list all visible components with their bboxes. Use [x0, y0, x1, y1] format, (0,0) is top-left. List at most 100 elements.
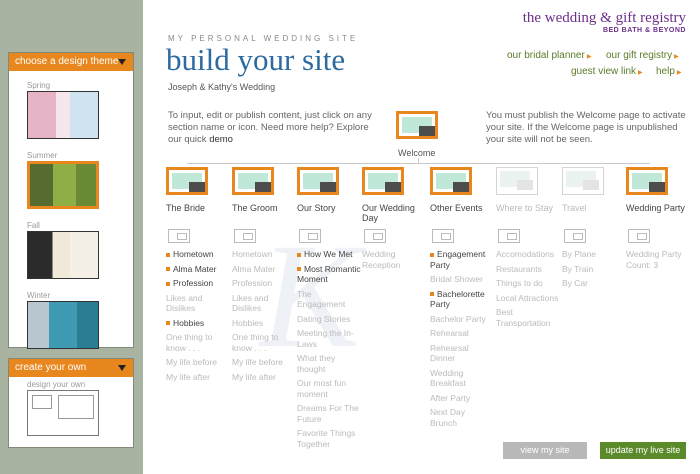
create-own-header-label: create your own: [15, 362, 87, 373]
design-theme-header[interactable]: choose a design theme: [9, 53, 133, 71]
subsection-item[interactable]: Wedding Reception: [362, 249, 426, 270]
arrow-right-icon: ▶: [586, 54, 592, 60]
subsection-item[interactable]: Bachelorette Party: [430, 289, 494, 310]
page-preview-icon: [402, 117, 435, 136]
subsection-item[interactable]: Bachelor Party: [430, 314, 494, 325]
subsection-item[interactable]: By Train: [562, 264, 626, 275]
theme-thumb-winter[interactable]: [27, 301, 99, 349]
section-title[interactable]: Travel: [562, 203, 626, 223]
subsection-item[interactable]: Meeting the In-Laws: [297, 328, 361, 349]
page-preview-icon: [303, 173, 336, 192]
subsection-item[interactable]: My life after: [166, 372, 230, 383]
subsection-item[interactable]: The Engagement: [297, 289, 361, 310]
layout-icon[interactable]: [628, 229, 650, 243]
section-title[interactable]: Where to Stay: [496, 203, 560, 223]
subsection-item[interactable]: Things to do: [496, 278, 560, 289]
section-column: Travel By Plane By Train By Car: [562, 167, 626, 293]
subsection-item[interactable]: Dreams For The Future: [297, 403, 361, 424]
create-own-thumb[interactable]: [27, 390, 99, 436]
subsection-item[interactable]: How We Met: [297, 249, 361, 260]
subsection-item[interactable]: Hometown: [232, 249, 296, 260]
section-tile[interactable]: [297, 167, 339, 195]
layout-icon[interactable]: [299, 229, 321, 243]
section-tile[interactable]: [362, 167, 404, 195]
layout-icon[interactable]: [432, 229, 454, 243]
section-title[interactable]: The Bride: [166, 203, 230, 223]
subsection-item[interactable]: Hobbies: [166, 318, 230, 329]
subsection-item[interactable]: Our most fun moment: [297, 378, 361, 399]
subsection-item[interactable]: Restaurants: [496, 264, 560, 275]
subsection-item[interactable]: Likes and Dislikes: [166, 293, 230, 314]
subsection-item[interactable]: My life after: [232, 372, 296, 383]
welcome-tile[interactable]: [396, 111, 438, 139]
theme-thumb-summer[interactable]: [27, 161, 99, 209]
subsection-item[interactable]: Hobbies: [232, 318, 296, 329]
theme-thumb-spring[interactable]: [27, 91, 99, 139]
theme-label-winter: Winter: [27, 291, 51, 300]
subsection-item[interactable]: My life before: [166, 357, 230, 368]
subsection-item[interactable]: By Car: [562, 278, 626, 289]
subsection-item[interactable]: Wedding Party Count: 3: [626, 249, 690, 270]
subsection-item[interactable]: Accomodations: [496, 249, 560, 260]
subsection-item[interactable]: Most Romantic Moment: [297, 264, 361, 285]
subsection-item[interactable]: One thing to know . . .: [232, 332, 296, 353]
brand-logo[interactable]: the wedding & gift registry BED BATH & B…: [523, 10, 686, 34]
create-own-header[interactable]: create your own: [9, 359, 133, 377]
gift-registry-label: our gift registry: [606, 50, 673, 61]
section-tile[interactable]: [232, 167, 274, 195]
subsection-item[interactable]: Likes and Dislikes: [232, 293, 296, 314]
subsection-item[interactable]: Engagement Party: [430, 249, 494, 270]
subsection-item[interactable]: Dating Stories: [297, 314, 361, 325]
section-title[interactable]: Wedding Party: [626, 203, 690, 223]
subsection-item[interactable]: By Plane: [562, 249, 626, 260]
welcome-label[interactable]: Welcome: [398, 148, 435, 158]
section-tile[interactable]: [496, 167, 538, 195]
subsection-item[interactable]: Alma Mater: [232, 264, 296, 275]
page-preview-icon: [172, 173, 205, 192]
subsection-item[interactable]: Local Attractions: [496, 293, 560, 304]
section-tile[interactable]: [562, 167, 604, 195]
subsection-item[interactable]: One thing to know . . .: [166, 332, 230, 353]
section-tile[interactable]: [166, 167, 208, 195]
page-preview-icon: [436, 173, 469, 192]
section-title[interactable]: The Groom: [232, 203, 296, 223]
page-title: build your site: [166, 42, 346, 77]
layout-icon[interactable]: [364, 229, 386, 243]
bridal-planner-link[interactable]: our bridal planner ▶: [507, 50, 591, 61]
section-tile[interactable]: [430, 167, 472, 195]
layout-icon[interactable]: [234, 229, 256, 243]
view-site-button[interactable]: view my site: [503, 442, 587, 459]
layout-icon[interactable]: [498, 229, 520, 243]
subsection-item[interactable]: After Party: [430, 393, 494, 404]
subsection-item[interactable]: Bridal Shower: [430, 274, 494, 285]
subsection-item[interactable]: Favorite Things Together: [297, 428, 361, 449]
section-tile[interactable]: [626, 167, 668, 195]
subsection-item[interactable]: Rehearsal: [430, 328, 494, 339]
subsection-item[interactable]: Profession: [232, 278, 296, 289]
subsection-item[interactable]: What they thought: [297, 353, 361, 374]
section-title[interactable]: Other Events: [430, 203, 494, 223]
layout-icon[interactable]: [168, 229, 190, 243]
update-site-button[interactable]: update my live site: [600, 442, 686, 459]
subsection-item[interactable]: Best Transportation: [496, 307, 560, 328]
intro-text: To input, edit or publish content, just …: [168, 110, 372, 145]
subsection-item[interactable]: Wedding Breakfast: [430, 368, 494, 389]
guest-view-link[interactable]: guest view link ▶: [571, 66, 643, 77]
layout-icon[interactable]: [564, 229, 586, 243]
gift-registry-link[interactable]: our gift registry ▶: [606, 50, 679, 61]
section-title[interactable]: Our Story: [297, 203, 361, 223]
subsection-item[interactable]: Profession: [166, 278, 230, 289]
subsection-item[interactable]: Rehearsal Dinner: [430, 343, 494, 364]
arrow-right-icon: ▶: [676, 70, 682, 76]
theme-label-summer: Summer: [27, 151, 58, 160]
subsection-item[interactable]: Hometown: [166, 249, 230, 260]
help-link[interactable]: help ▶: [656, 66, 682, 77]
intro-instructions: To input, edit or publish content, just …: [168, 110, 378, 146]
demo-link[interactable]: demo: [209, 134, 233, 145]
section-title[interactable]: Our Wedding Day: [362, 203, 426, 223]
subsection-item[interactable]: Next Day Brunch: [430, 407, 494, 428]
subsection-item[interactable]: Alma Mater: [166, 264, 230, 275]
theme-thumb-fall[interactable]: [27, 231, 99, 279]
guest-view-label: guest view link: [571, 66, 637, 77]
subsection-item[interactable]: My life before: [232, 357, 296, 368]
